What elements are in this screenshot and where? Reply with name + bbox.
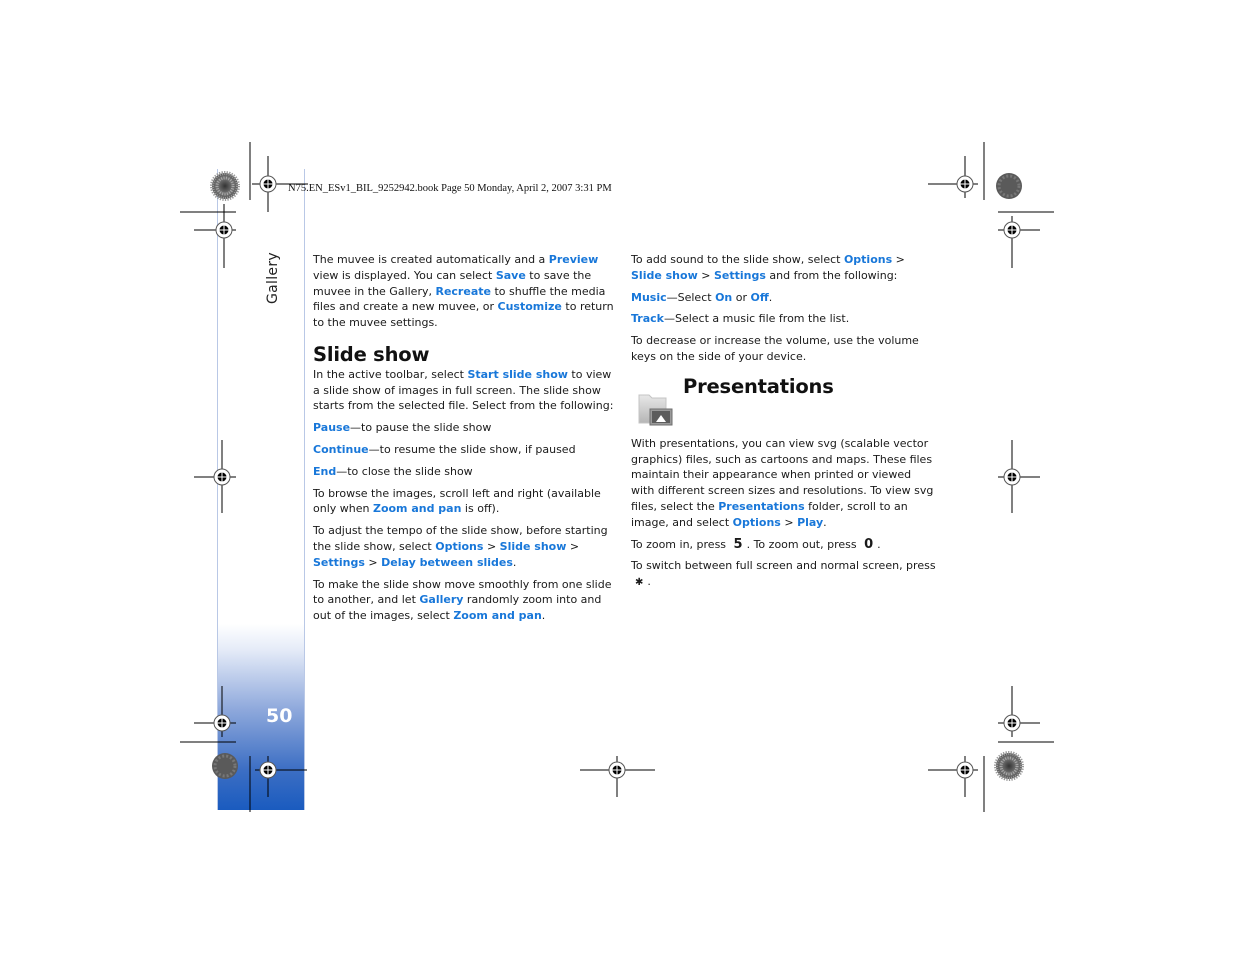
text: or — [732, 290, 751, 304]
presentations-header: Presentations — [631, 374, 936, 431]
crop-mark-bottom-center — [580, 756, 655, 797]
slide-show-link[interactable]: Slide show — [631, 269, 698, 282]
crop-mark-mid-left — [194, 440, 236, 513]
path-separator: > — [364, 555, 382, 569]
option-desc: —to close the slide show — [336, 464, 473, 478]
delay-between-slides-link[interactable]: Delay between slides — [381, 556, 513, 569]
customize-link[interactable]: Customize — [498, 300, 562, 313]
options-link[interactable]: Options — [844, 253, 892, 266]
crop-mark-bottom-right — [928, 686, 1054, 812]
star-key-icon: ✱ — [635, 577, 644, 589]
crop-mark-bottom-left — [180, 686, 307, 812]
text: To switch between full screen and normal… — [631, 559, 936, 573]
right-column: To add sound to the slide show, select O… — [631, 252, 936, 597]
switch-screen-paragraph: To switch between full screen and normal… — [631, 558, 936, 591]
presentations-folder-icon — [638, 394, 673, 426]
presentations-link[interactable]: Presentations — [718, 500, 804, 513]
on-link[interactable]: On — [715, 291, 732, 304]
volume-paragraph: To decrease or increase the volume, use … — [631, 334, 919, 363]
text: and from the following: — [765, 268, 898, 282]
presentations-paragraph: With presentations, you can view svg (sc… — [631, 436, 936, 531]
path-separator: > — [697, 268, 714, 282]
option-end: End—to close the slide show — [313, 464, 618, 480]
slide-show-intro: In the active toolbar, select Start slid… — [313, 367, 618, 414]
option-desc: —to pause the slide show — [350, 421, 492, 435]
text: . — [512, 555, 517, 569]
save-link[interactable]: Save — [496, 269, 526, 282]
settings-link[interactable]: Settings — [714, 269, 766, 282]
end-link[interactable]: End — [313, 465, 336, 478]
play-link[interactable]: Play — [797, 516, 823, 529]
text: . — [768, 290, 773, 304]
track-option: Track—Select a music file from the list. — [631, 311, 936, 327]
tempo-paragraph: To adjust the tempo of the slide show, b… — [313, 523, 618, 570]
options-link[interactable]: Options — [435, 540, 483, 553]
path-separator: > — [780, 515, 798, 529]
path-separator: > — [892, 253, 905, 266]
text: The muvee is created automatically and a — [313, 253, 549, 266]
text: . — [823, 515, 827, 529]
pause-link[interactable]: Pause — [313, 421, 350, 434]
recreate-link[interactable]: Recreate — [435, 285, 490, 298]
slide-show-heading: Slide show — [313, 342, 430, 366]
left-column: The muvee is created automatically and a… — [313, 252, 618, 630]
option-continue: Continue—to resume the slide show, if pa… — [313, 442, 618, 458]
track-link[interactable]: Track — [631, 312, 664, 325]
text: . — [877, 537, 881, 551]
continue-link[interactable]: Continue — [313, 443, 369, 456]
muvee-intro-paragraph: The muvee is created automatically and a… — [313, 252, 618, 331]
zoom-paragraph: To zoom in, press 5. To zoom out, press … — [631, 537, 936, 553]
zoom-and-pan-link[interactable]: Zoom and pan — [453, 609, 541, 622]
presentations-heading: Presentations — [683, 374, 834, 398]
text: . — [647, 575, 651, 589]
text: . — [541, 609, 546, 623]
text: is off). — [461, 502, 500, 516]
text: To zoom in, press — [631, 537, 730, 551]
key-0-icon: 0 — [864, 536, 874, 552]
add-sound-paragraph: To add sound to the slide show, select O… — [631, 252, 936, 284]
text: . To zoom out, press — [746, 537, 861, 551]
option-desc: —to resume the slide show, if paused — [368, 442, 576, 456]
gallery-link[interactable]: Gallery — [419, 593, 463, 606]
music-link[interactable]: Music — [631, 291, 667, 304]
options-link[interactable]: Options — [733, 516, 781, 529]
text: In the active toolbar, select — [313, 367, 468, 381]
text: view is displayed. You can select — [313, 268, 496, 282]
text: To add sound to the slide show, select — [631, 253, 844, 266]
start-slide-show-link[interactable]: Start slide show — [467, 368, 567, 381]
crop-mark-top-right — [928, 142, 1054, 268]
text: —Select — [666, 290, 716, 304]
path-separator: > — [566, 539, 580, 553]
path-separator: > — [483, 539, 500, 553]
settings-link[interactable]: Settings — [313, 556, 365, 569]
crop-mark-mid-right — [998, 440, 1040, 513]
browse-paragraph: To browse the images, scroll left and ri… — [313, 486, 618, 518]
slide-show-link[interactable]: Slide show — [500, 540, 567, 553]
smooth-paragraph: To make the slide show move smoothly fro… — [313, 577, 618, 624]
option-pause: Pause—to pause the slide show — [313, 420, 618, 436]
music-option: Music—Select On or Off. — [631, 290, 936, 306]
text: —Select a music file from the list. — [663, 312, 850, 326]
zoom-and-pan-link[interactable]: Zoom and pan — [373, 502, 461, 515]
off-link[interactable]: Off — [751, 291, 769, 304]
preview-link[interactable]: Preview — [549, 253, 599, 266]
key-5-icon: 5 — [733, 536, 743, 552]
crop-mark-top-left — [180, 142, 308, 268]
